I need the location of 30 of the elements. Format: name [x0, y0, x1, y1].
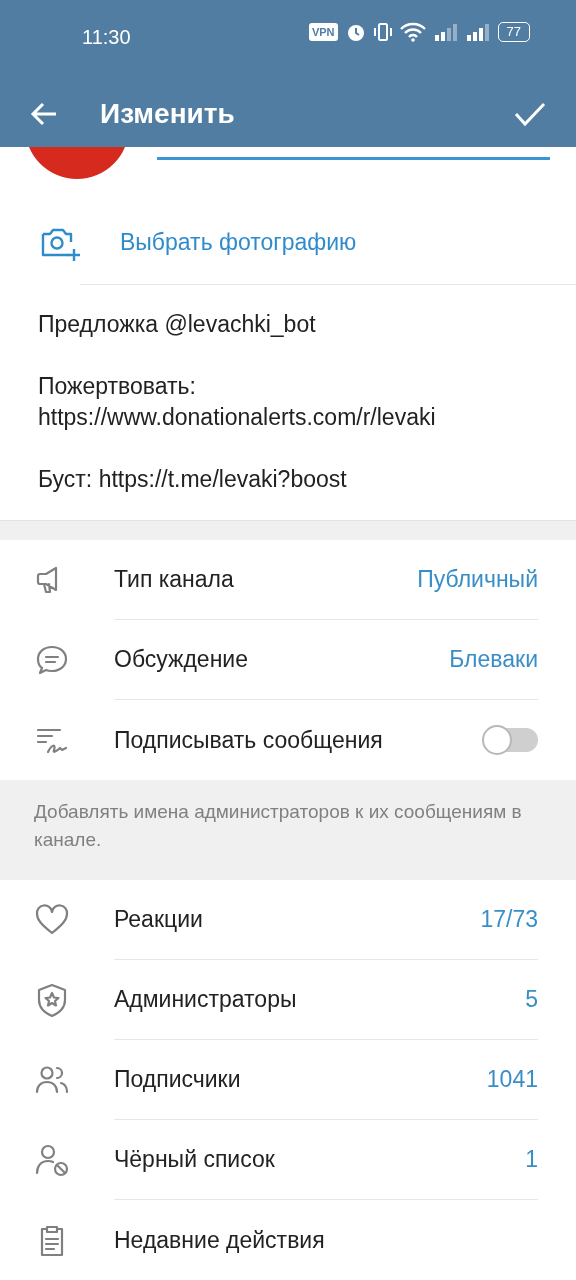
setting-label[interactable]: Подписывать сообщения [114, 722, 383, 758]
setting-label[interactable]: Тип канала [114, 562, 234, 597]
name-field-underline[interactable] [157, 157, 550, 160]
screen-title: Изменить [100, 96, 235, 131]
settings-hint: Добавлять имена администраторов к их сообщениям в канале. [34, 801, 522, 850]
person-blocked-icon [34, 1142, 70, 1178]
toggle-switch[interactable] [484, 728, 538, 752]
vpn-badge: VPN [308, 22, 338, 42]
count-value: 5 [525, 985, 538, 1015]
count-value: 1041 [486, 1065, 538, 1095]
setting-label[interactable]: Обсуждение [114, 642, 248, 677]
vibrate-icon [373, 22, 392, 42]
setting-label[interactable]: Подписчики [114, 1062, 241, 1097]
count-value: 1 [525, 1145, 538, 1175]
description-field[interactable]: Предложка @levachki_bot Пожертвовать: https://www.donationalerts.com/r/levaki Буст: https://t.me/levaki?boost [0, 285, 576, 520]
checkmark-icon[interactable] [514, 100, 546, 127]
setting-label[interactable]: Реакции [114, 902, 203, 937]
status-time: 11:30 [82, 25, 131, 50]
setting-value: Блеваки [449, 645, 538, 675]
count-value: 17/73 [480, 905, 538, 935]
signal-icon [433, 22, 458, 42]
alarm-icon [345, 22, 366, 42]
setting-label[interactable]: Чёрный список [114, 1142, 275, 1177]
setting-label[interactable]: Администраторы [114, 982, 297, 1017]
wifi-icon [399, 22, 426, 42]
setting-label[interactable]: Недавние действия [114, 1222, 325, 1258]
signal-icon [465, 22, 490, 42]
battery-indicator: 77 [497, 22, 530, 42]
setting-value: Публичный [417, 565, 538, 595]
choose-photo-link[interactable]: Выбрать фотографию [120, 224, 357, 260]
